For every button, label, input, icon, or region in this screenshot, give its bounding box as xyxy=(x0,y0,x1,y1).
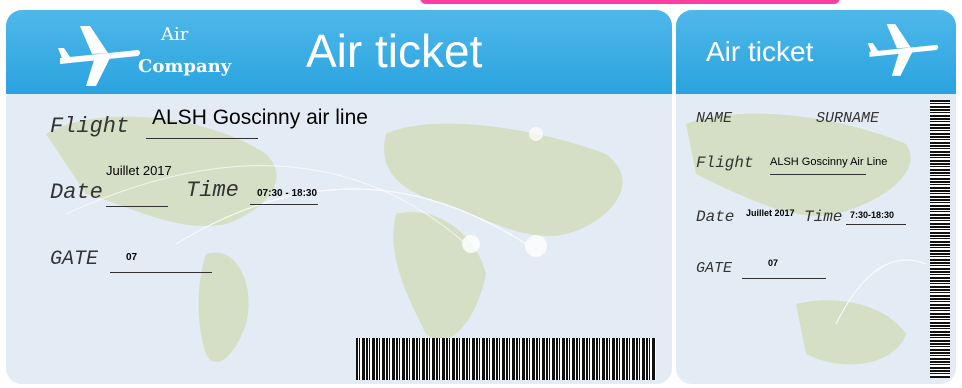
stub-time-value: 7:30-18:30 xyxy=(850,210,895,220)
time-label: Time xyxy=(186,178,239,203)
gate-underline xyxy=(110,272,212,273)
gate-label: GATE xyxy=(50,248,99,271)
date-label: Date xyxy=(50,180,103,205)
pink-banner-fragment xyxy=(420,0,840,4)
stub-title: Air ticket xyxy=(706,36,814,67)
stub-airplane-icon xyxy=(867,24,939,76)
stub-gate-underline xyxy=(742,278,826,279)
stub-flight-underline xyxy=(770,174,866,175)
stub-time-underline xyxy=(846,224,906,225)
flight-underline xyxy=(146,138,258,139)
stub-flight-label: Flight xyxy=(696,154,754,172)
stub-gate-label: GATE xyxy=(696,260,733,277)
company-name-line1: Air xyxy=(161,24,189,45)
time-value: 07:30 - 18:30 xyxy=(257,188,318,199)
stub-flight-value: ALSH Goscinny Air Line xyxy=(770,156,888,168)
stub-map-background xyxy=(676,94,956,384)
stub-header: Air ticket xyxy=(676,10,956,94)
ticket-stub: Air ticket NAME SURNAME Flight ALSH Gosc… xyxy=(676,10,956,384)
stub-vertical-barcode xyxy=(930,100,950,378)
date-underline xyxy=(106,206,168,207)
stub-date-value: Juillet 2017 xyxy=(746,208,795,218)
barcode xyxy=(356,338,656,380)
stub-time-label: Time xyxy=(804,208,843,226)
stub-date-label: Date xyxy=(696,208,735,226)
main-ticket: Air Company Air ticket Flight ALSH Gosci… xyxy=(6,10,672,384)
airplane-icon xyxy=(58,26,140,86)
company-name-line2: Company xyxy=(138,56,232,77)
ticket-title: Air ticket xyxy=(306,25,483,77)
stub-name-label: NAME xyxy=(696,110,733,127)
stub-gate-value: 07 xyxy=(768,258,779,268)
stub-surname-label: SURNAME xyxy=(816,110,880,127)
flight-label: Flight xyxy=(50,114,130,139)
gate-value: 07 xyxy=(126,252,138,263)
flight-value: ALSH Goscinny air line xyxy=(152,106,368,129)
time-underline xyxy=(250,204,318,205)
date-value: Juillet 2017 xyxy=(106,163,172,178)
main-header: Air Company Air ticket xyxy=(6,10,672,94)
